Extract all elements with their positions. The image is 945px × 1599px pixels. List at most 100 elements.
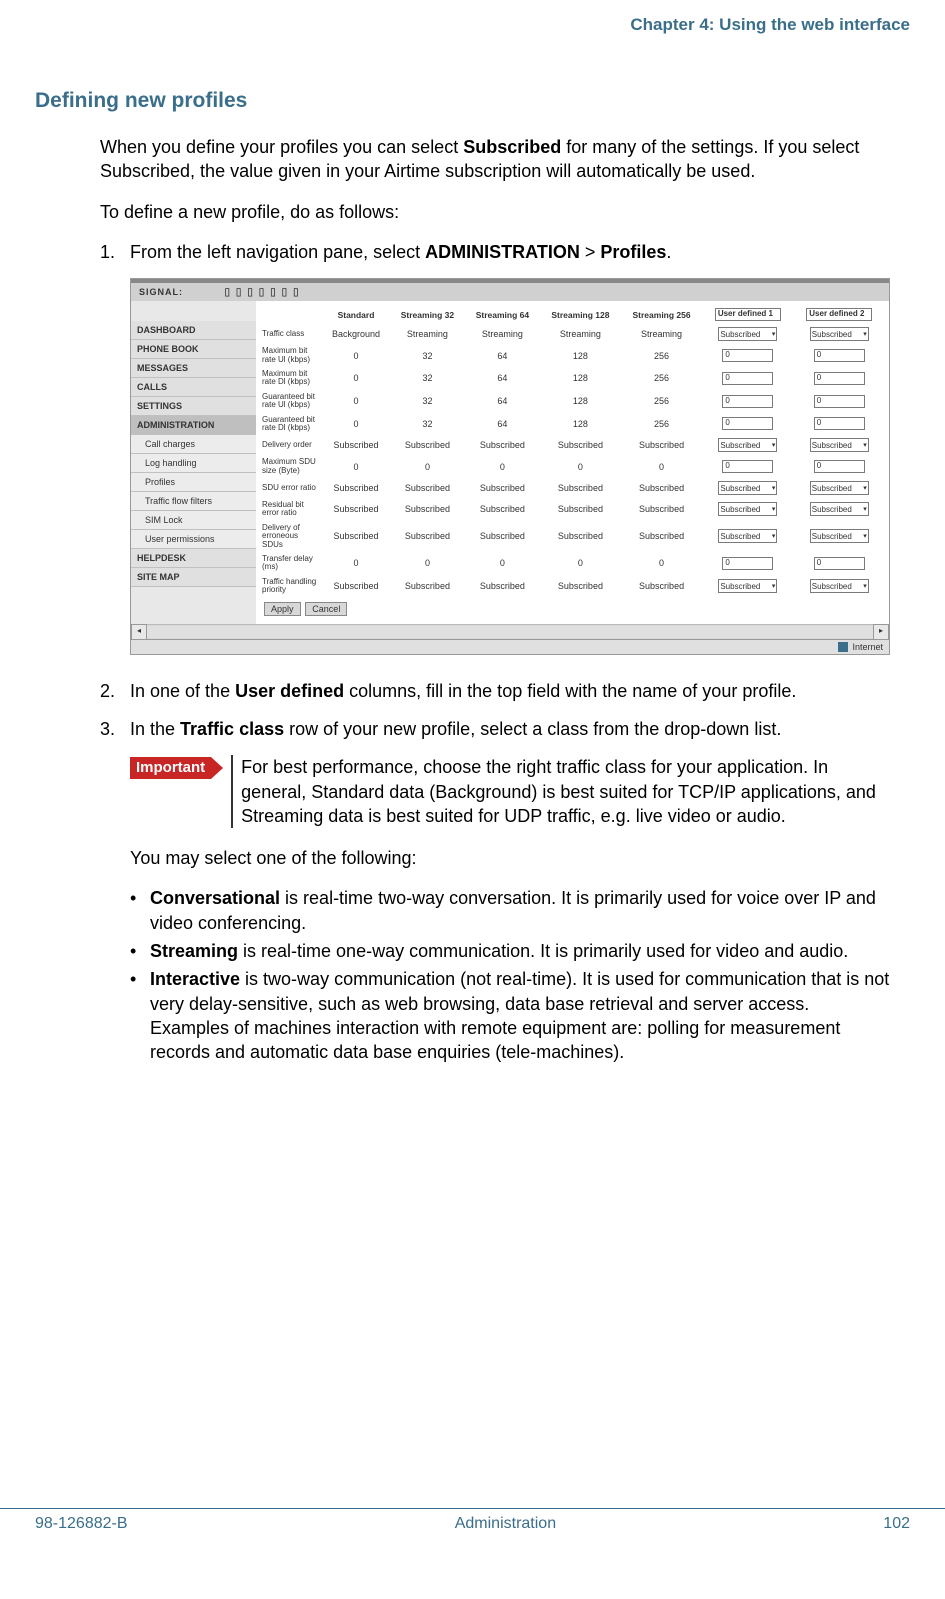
input-u1[interactable]: 0 <box>722 460 773 473</box>
select-u1[interactable]: Subscribed <box>718 438 777 452</box>
row-guaranteed-bitrate-dl: Guaranteed bit rate Dl (kbps) 0 32 64 12… <box>260 413 885 436</box>
select-u1[interactable]: Subscribed <box>718 502 777 516</box>
cell: Subscribed <box>390 435 465 455</box>
sidebar-item-calls[interactable]: CALLS <box>131 378 256 397</box>
cell: 0 <box>465 455 540 478</box>
cancel-button[interactable]: Cancel <box>305 602 347 616</box>
user-defined-1-name-input[interactable]: User defined 1 <box>715 308 781 321</box>
cell: Subscribed <box>390 575 465 598</box>
sidebar-item-administration[interactable]: ADMINISTRATION <box>131 416 256 435</box>
sidebar-item-log-handling[interactable]: Log handling <box>131 454 256 473</box>
text: columns, fill in the top field with the … <box>344 681 796 701</box>
row-label: Maximum SDU size (Byte) <box>260 455 322 478</box>
row-label: Traffic handling priority <box>260 575 322 598</box>
input-u2[interactable]: 0 <box>814 349 865 362</box>
row-transfer-delay: Transfer delay (ms) 0 0 0 0 0 0 0 <box>260 552 885 575</box>
col-streaming32: Streaming 32 <box>390 305 465 324</box>
cell: Subscribed <box>540 498 621 521</box>
cell: 0 <box>322 552 390 575</box>
select-u1[interactable]: Subscribed <box>718 529 777 543</box>
cell: 32 <box>390 390 465 413</box>
intro-paragraph-2: To define a new profile, do as follows: <box>100 200 890 224</box>
input-u1[interactable]: 0 <box>722 372 773 385</box>
select-u2[interactable]: Subscribed <box>810 579 869 593</box>
cell: 32 <box>390 344 465 367</box>
cell: Background <box>322 324 390 344</box>
sidebar-item-call-charges[interactable]: Call charges <box>131 435 256 454</box>
step-number: 1. <box>100 240 130 264</box>
sidebar-item-messages[interactable]: MESSAGES <box>131 359 256 378</box>
sidebar-item-settings[interactable]: SETTINGS <box>131 397 256 416</box>
cell: Subscribed <box>540 521 621 552</box>
traffic-class-select-u2[interactable]: Subscribed <box>810 327 869 341</box>
row-traffic-handling-priority: Traffic handling priority Subscribed Sub… <box>260 575 885 598</box>
sidebar-item-sitemap[interactable]: SITE MAP <box>131 568 256 587</box>
important-text: For best performance, choose the right t… <box>231 755 890 828</box>
section-title: Defining new profiles <box>35 89 910 113</box>
cell: 0 <box>322 367 390 390</box>
cell: 256 <box>621 413 702 436</box>
profiles-table: Standard Streaming 32 Streaming 64 Strea… <box>260 305 885 597</box>
select-u2[interactable]: Subscribed <box>810 481 869 495</box>
scroll-left-icon[interactable]: ◂ <box>131 624 147 640</box>
input-u2[interactable]: 0 <box>814 395 865 408</box>
post-important-text: You may select one of the following: <box>130 846 890 870</box>
row-label: Guaranteed bit rate Ul (kbps) <box>260 390 322 413</box>
footer-section: Administration <box>455 1515 556 1533</box>
step-1: 1. From the left navigation pane, select… <box>100 240 890 264</box>
input-u2[interactable]: 0 <box>814 417 865 430</box>
cell: Subscribed <box>621 435 702 455</box>
sidebar-item-sim-lock[interactable]: SIM Lock <box>131 511 256 530</box>
traffic-class-select-u1[interactable]: Subscribed <box>718 327 777 341</box>
input-u2[interactable]: 0 <box>814 372 865 385</box>
input-u2[interactable]: 0 <box>814 557 865 570</box>
step-2: 2. In one of the User defined columns, f… <box>100 679 890 703</box>
cell: Subscribed <box>322 521 390 552</box>
select-u2[interactable]: Subscribed <box>810 529 869 543</box>
row-label: Transfer delay (ms) <box>260 552 322 575</box>
sidebar-item-helpdesk[interactable]: HELPDESK <box>131 549 256 568</box>
cell: 128 <box>540 413 621 436</box>
signal-bar: SIGNAL: ▯▯▯▯▯▯▯ <box>131 283 889 301</box>
user-defined-2-name-input[interactable]: User defined 2 <box>806 308 872 321</box>
cell: Subscribed <box>322 498 390 521</box>
input-u1[interactable]: 0 <box>722 557 773 570</box>
cell: 256 <box>621 344 702 367</box>
cell: Subscribed <box>540 435 621 455</box>
sidebar-item-dashboard[interactable]: DASHBOARD <box>131 321 256 340</box>
step-number: 2. <box>100 679 130 703</box>
text: row of your new profile, select a class … <box>284 719 781 739</box>
apply-button[interactable]: Apply <box>264 602 301 616</box>
text: > <box>580 242 601 262</box>
select-u1[interactable]: Subscribed <box>718 481 777 495</box>
cell: Subscribed <box>322 435 390 455</box>
select-u1[interactable]: Subscribed <box>718 579 777 593</box>
horizontal-scrollbar[interactable]: ◂ ▸ <box>131 624 889 639</box>
text: When you define your profiles you can se… <box>100 137 463 157</box>
scroll-right-icon[interactable]: ▸ <box>873 624 889 640</box>
sidebar-item-phonebook[interactable]: PHONE BOOK <box>131 340 256 359</box>
bullet-item: • Conversational is real-time two-way co… <box>130 886 890 935</box>
text: From the left navigation pane, select <box>130 242 425 262</box>
sidebar-item-user-permissions[interactable]: User permissions <box>131 530 256 549</box>
select-u2[interactable]: Subscribed <box>810 438 869 452</box>
text-bold: User defined <box>235 681 344 701</box>
row-label: Traffic class <box>260 324 322 344</box>
sidebar-item-traffic-flow[interactable]: Traffic flow filters <box>131 492 256 511</box>
text-bold: ADMINISTRATION <box>425 242 580 262</box>
footer-doc-id: 98-126882-B <box>35 1515 128 1533</box>
cell: 128 <box>540 367 621 390</box>
text: is real-time one-way communication. It i… <box>238 941 848 961</box>
input-u2[interactable]: 0 <box>814 460 865 473</box>
sidebar-item-profiles[interactable]: Profiles <box>131 473 256 492</box>
row-label: Maximum bit rate Ul (kbps) <box>260 344 322 367</box>
input-u1[interactable]: 0 <box>722 349 773 362</box>
select-u2[interactable]: Subscribed <box>810 502 869 516</box>
cell: Streaming <box>540 324 621 344</box>
cell: 0 <box>322 455 390 478</box>
col-streaming128: Streaming 128 <box>540 305 621 324</box>
input-u1[interactable]: 0 <box>722 395 773 408</box>
cell: 64 <box>465 344 540 367</box>
input-u1[interactable]: 0 <box>722 417 773 430</box>
row-label: Delivery of erroneous SDUs <box>260 521 322 552</box>
